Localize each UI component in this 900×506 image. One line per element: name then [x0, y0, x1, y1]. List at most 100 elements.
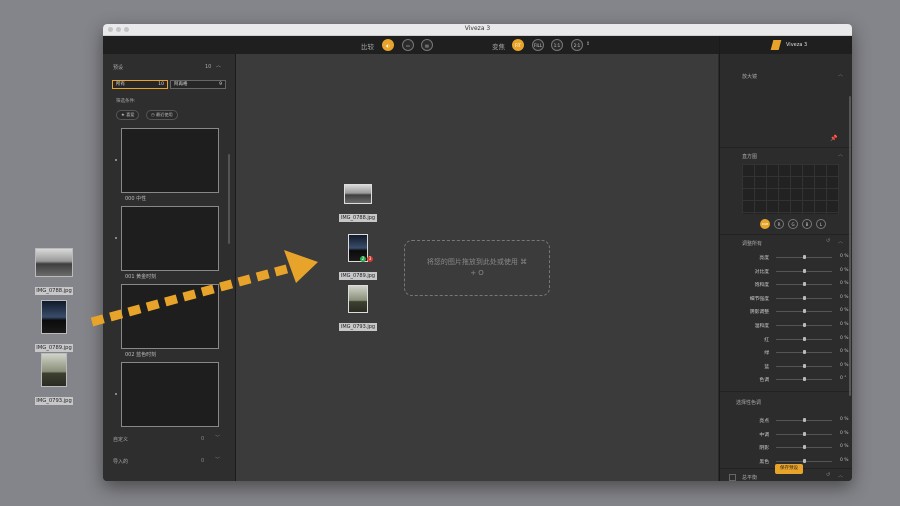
slider-handle[interactable]	[803, 309, 806, 314]
adjust-collapse-icon[interactable]: ︿	[838, 238, 843, 245]
preset-thumbnail[interactable]	[121, 284, 219, 349]
reset-icon[interactable]: ↺	[826, 238, 830, 244]
zoom-stepper-icon[interactable]: ⇕	[586, 41, 590, 47]
loupe-collapse-icon[interactable]: ︿	[838, 71, 843, 78]
tone-slider-row: 阴影 0 %	[720, 443, 852, 453]
slider-handle[interactable]	[803, 282, 806, 287]
channel-r-button[interactable]: R	[774, 219, 784, 229]
slider-value: 0 %	[840, 294, 849, 300]
balance-reset-icon[interactable]: ↺	[826, 472, 830, 478]
desktop-file-label: IMG_0793.jpg	[35, 397, 73, 405]
imported-expand-icon[interactable]: ﹀	[215, 456, 220, 463]
balance-checkbox[interactable]	[729, 474, 736, 481]
channel-b-button[interactable]: B	[802, 219, 812, 229]
presets-scrollbar[interactable]	[228, 154, 230, 244]
tone-slider-value: 0 %	[840, 444, 849, 450]
balance-collapse-icon[interactable]: ︿	[838, 472, 843, 479]
preset-label: 001 黄金时刻	[125, 274, 157, 280]
custom-presets-label[interactable]: 自定义	[113, 436, 128, 443]
zoom-1to1-button[interactable]: 1:1	[551, 39, 563, 51]
canvas-thumb-0788[interactable]: IMG_0788.jpg	[334, 184, 382, 223]
canvas-thumb-image	[344, 184, 372, 204]
tone-slider-value: 0 %	[840, 430, 849, 436]
preset-thumbnail[interactable]	[121, 362, 219, 427]
collapse-icon[interactable]: ︿	[216, 62, 221, 69]
compare-stack-icon[interactable]: ▤	[421, 39, 433, 51]
filter-label: 筛选条件:	[116, 99, 136, 104]
zoom-2to1-button[interactable]: 2:1	[571, 39, 583, 51]
custom-expand-icon[interactable]: ﹀	[215, 434, 220, 441]
preset-thumbnail[interactable]	[121, 206, 219, 271]
compare-side-icon[interactable]: ▭	[402, 39, 414, 51]
slider-row: 红 0 %	[720, 335, 852, 345]
canvas-thumb-0789[interactable]: IMG_0789.jpg	[334, 234, 382, 281]
image-canvas[interactable]: IMG_0788.jpg IMG_0789.jpg 2 3 IMG_0793.j…	[236, 54, 718, 481]
slider-value: 0 %	[840, 254, 849, 259]
save-preset-button[interactable]: 保存预设	[775, 464, 803, 474]
zoom-fill-button[interactable]: FILL	[532, 39, 544, 51]
histogram	[742, 164, 839, 214]
canvas-thumb-label: IMG_0789.jpg	[338, 272, 378, 280]
desktop-file-thumbnail	[35, 248, 73, 277]
slider-handle[interactable]	[803, 255, 806, 259]
segment-all[interactable]: 所有 10	[112, 80, 168, 89]
tone-slider-handle[interactable]	[803, 431, 806, 436]
desktop-file-thumbnail	[41, 353, 67, 387]
slider-handle[interactable]	[803, 295, 806, 300]
adjustments-scrollbar[interactable]	[849, 96, 851, 396]
imported-presets-label[interactable]: 导入的	[113, 458, 128, 465]
slider-value: 0 °	[840, 376, 847, 382]
count-badge-red: 3	[367, 256, 373, 262]
tone-slider-handle[interactable]	[803, 418, 806, 422]
slider-handle[interactable]	[803, 323, 806, 327]
slider-row: 绿 0 %	[720, 348, 852, 358]
slider-handle[interactable]	[803, 268, 806, 273]
tone-slider-handle[interactable]	[803, 458, 806, 463]
compare-split-icon[interactable]: ◐	[382, 39, 394, 51]
preset-thumbnail[interactable]	[121, 128, 219, 193]
balance-label: 总平衡	[742, 475, 758, 481]
channel-rgb-button[interactable]: RGB	[760, 219, 770, 229]
slider-value: 0 %	[840, 349, 849, 355]
zoom-fit-button[interactable]: FIT	[512, 39, 524, 51]
drop-zone[interactable]: 将您的图片拖放到此处或使用 ⌘ + O	[404, 240, 550, 296]
tone-slider-handle[interactable]	[803, 445, 806, 450]
slider-value: 0 %	[840, 322, 849, 327]
viveza-logo-icon	[770, 40, 782, 50]
divider	[720, 234, 852, 235]
slider-label: 亮度	[759, 256, 769, 261]
imported-presets-count: 0	[201, 458, 205, 464]
slider-row: 饱和度 0 %	[720, 280, 852, 290]
slider-value: 0 %	[840, 267, 849, 273]
app-window: Viveza 3 比较 ◐ ▭ ▤ 变焦 FIT FILL 1:1 2:1 ⇕ …	[103, 24, 852, 481]
channel-l-button[interactable]: L	[816, 219, 826, 229]
slider-handle[interactable]	[803, 363, 806, 368]
divider	[720, 147, 852, 148]
filter-recent-chip[interactable]: ◷ 最近使用	[146, 110, 178, 120]
desktop-file-0793[interactable]: IMG_0793.jpg	[34, 353, 74, 406]
presets-count: 10	[205, 64, 212, 70]
tone-slider-value: 0 %	[840, 417, 849, 422]
channel-g-button[interactable]: G	[788, 219, 798, 229]
slider-handle[interactable]	[803, 350, 806, 355]
slider-handle[interactable]	[803, 377, 806, 382]
custom-presets-count: 0	[201, 436, 205, 442]
tone-slider-row: 亮点 0 %	[720, 416, 852, 426]
desktop-file-label: IMG_0788.jpg	[35, 287, 73, 295]
pin-icon[interactable]: 📌	[830, 135, 837, 142]
histogram-collapse-icon[interactable]: ︿	[838, 151, 843, 158]
slider-label: 阴影调整	[749, 310, 769, 316]
slider-label: 饱和度	[754, 283, 769, 289]
segment-nik[interactable]: 阿再格 9	[170, 80, 226, 89]
desktop-file-0789[interactable]: IMG_0789.jpg	[34, 300, 74, 353]
slider-row: 蓝 0 %	[720, 362, 852, 372]
loupe-section-label: 放大镜	[742, 74, 758, 80]
filter-favorites-chip[interactable]: ★ 喜爱	[116, 110, 140, 120]
right-panel-header: Viveza 3	[720, 36, 852, 54]
canvas-thumb-0793[interactable]: IMG_0793.jpg	[334, 285, 382, 332]
slider-label: 色调	[759, 378, 769, 384]
desktop-file-0788[interactable]: IMG_0788.jpg	[34, 248, 74, 296]
tone-slider-value: 0 %	[840, 457, 849, 463]
slider-handle[interactable]	[803, 336, 806, 341]
slider-row: 阴影调整 0 %	[720, 307, 852, 317]
